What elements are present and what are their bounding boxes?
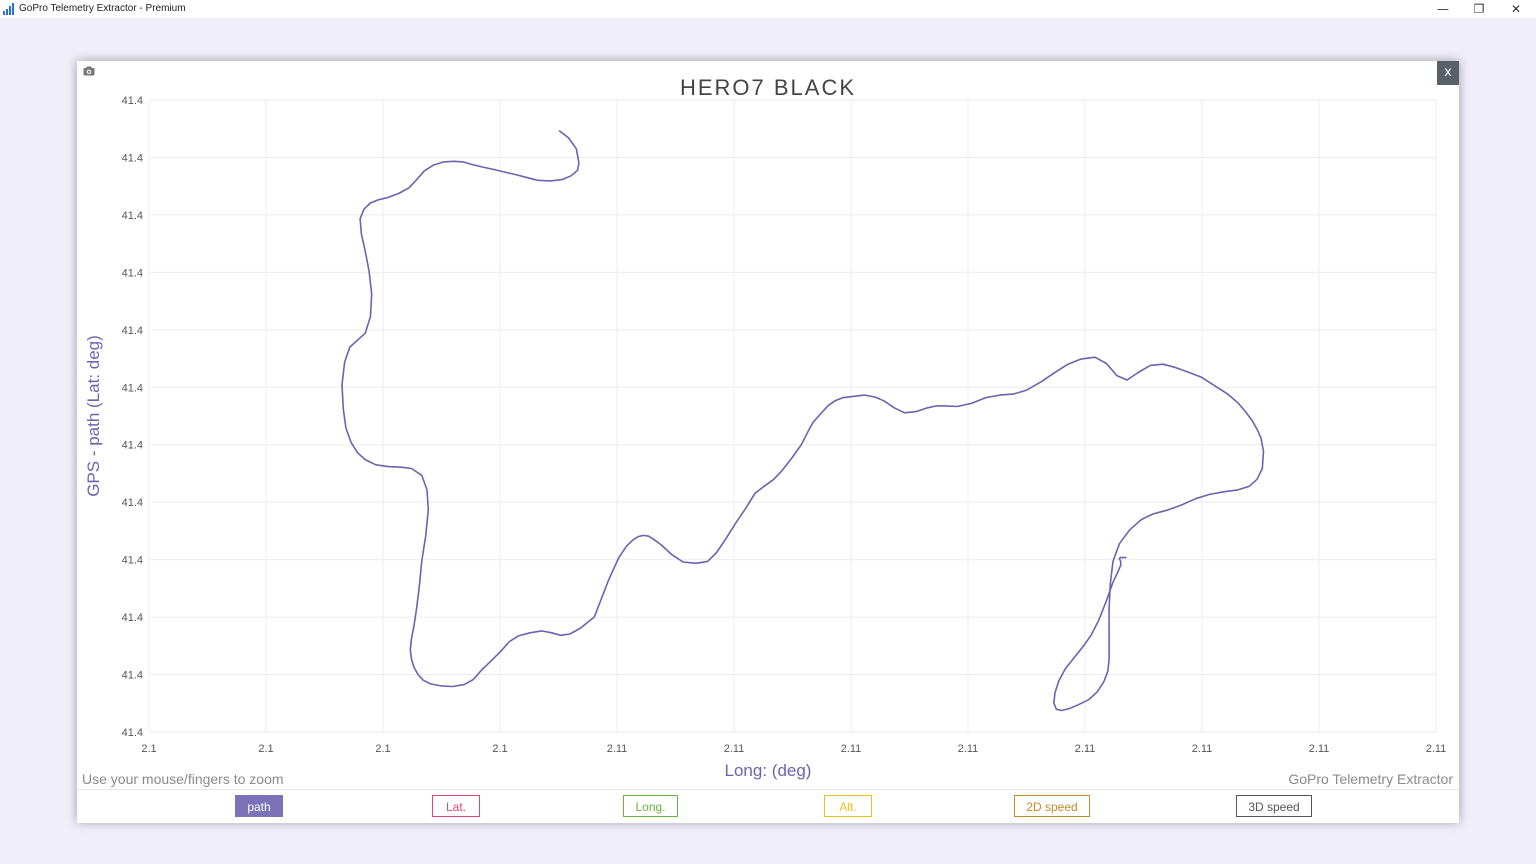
metric-tab-bar: path Lat. Long. Alt. 2D speed 3D speed — [77, 789, 1459, 823]
camera-icon[interactable] — [83, 66, 95, 76]
x-tick-label: 2.11 — [724, 743, 745, 755]
y-axis-label: GPS - path (Lat: deg) — [84, 335, 103, 497]
x-tick-label: 2.11 — [1309, 743, 1330, 755]
x-tick-label: 2.1 — [258, 743, 273, 755]
restore-button[interactable]: ❐ — [1461, 0, 1497, 18]
y-tick-label: 41.4 — [122, 210, 143, 222]
chart-title: HERO7 BLACK — [680, 75, 856, 100]
x-tick-label: 2.11 — [607, 743, 628, 755]
x-tick-label: 2.11 — [1426, 743, 1447, 755]
x-tick-label: 2.1 — [375, 743, 390, 755]
y-tick-label: 41.4 — [122, 325, 143, 337]
tab-lat[interactable]: Lat. — [432, 795, 480, 817]
tab-3d-speed[interactable]: 3D speed — [1236, 795, 1312, 817]
panel-close-button[interactable]: x — [1437, 61, 1459, 85]
y-tick-label: 41.4 — [122, 727, 143, 739]
y-tick-label: 41.4 — [122, 555, 143, 567]
x-tick-label: 2.11 — [958, 743, 979, 755]
y-tick-label: 41.4 — [122, 670, 143, 682]
y-tick-label: 41.4 — [122, 382, 143, 394]
gps-path-chart[interactable]: 2.1 2.1 2.1 2.1 2.11 2.11 2.11 2.11 2.11 2.11 2.11… — [77, 61, 1459, 789]
tab-long[interactable]: Long. — [623, 795, 678, 817]
gps-path-line[interactable] — [341, 130, 1265, 712]
y-tick-label: 41.4 — [122, 497, 143, 509]
x-tick-label: 2.1 — [141, 743, 156, 755]
app-signal-icon — [3, 3, 14, 15]
tab-2d-speed[interactable]: 2D speed — [1014, 795, 1090, 817]
y-tick-label: 41.4 — [122, 267, 143, 279]
tab-alt[interactable]: Alt. — [824, 795, 872, 817]
y-tick-label: 41.4 — [122, 612, 143, 624]
x-tick-label: 2.11 — [1075, 743, 1096, 755]
brand-label: GoPro Telemetry Extractor — [1288, 771, 1453, 787]
y-tick-label: 41.4 — [122, 440, 143, 452]
x-tick-label: 2.11 — [1192, 743, 1213, 755]
x-tick-label: 2.11 — [841, 743, 862, 755]
y-tick-label: 41.4 — [122, 95, 143, 107]
zoom-hint: Use your mouse/fingers to zoom — [82, 771, 284, 787]
window-close-button[interactable]: ✕ — [1498, 0, 1534, 18]
minimize-button[interactable]: — — [1425, 0, 1461, 18]
x-tick-label: 2.1 — [492, 743, 507, 755]
tab-path[interactable]: path — [235, 795, 283, 817]
y-tick-label: 41.4 — [122, 152, 143, 164]
chart-panel: 2.1 2.1 2.1 2.1 2.11 2.11 2.11 2.11 2.11 2.11 2.11… — [77, 61, 1459, 823]
window-title: GoPro Telemetry Extractor - Premium — [19, 3, 186, 14]
x-axis-label: Long: (deg) — [725, 761, 812, 780]
window-titlebar: GoPro Telemetry Extractor - Premium — ❐ … — [0, 0, 1536, 18]
